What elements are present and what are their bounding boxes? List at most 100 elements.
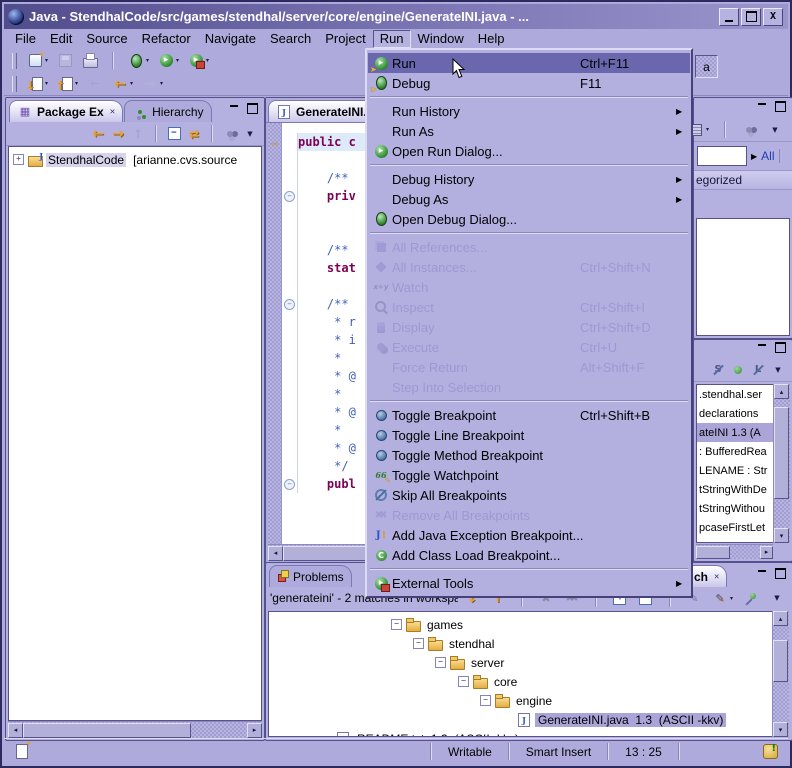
search-tree-row[interactable]: games	[269, 615, 772, 634]
minus-icon[interactable]	[458, 674, 469, 689]
minus-icon[interactable]	[480, 693, 491, 708]
scrollbar-thumb[interactable]	[773, 640, 788, 682]
run-menu-item[interactable]: Inspect Ctrl+Shift+I ▶	[368, 297, 690, 317]
maximize-view-button[interactable]	[774, 101, 787, 113]
perspective-java-button[interactable]: a	[695, 55, 718, 78]
run-menu-item[interactable]: Toggle Line Breakpoint ▶	[368, 425, 690, 445]
tab-problems[interactable]: Problems	[269, 565, 352, 587]
menubar-item[interactable]: Window	[411, 30, 471, 48]
annotation-ruler[interactable]: →	[268, 123, 282, 544]
toolbar-button[interactable]: ▾	[738, 120, 760, 139]
minimize-view-button[interactable]	[755, 342, 768, 354]
run-menu-item[interactable]: Toggle Breakpoint Ctrl+Shift+B ▶	[368, 405, 690, 425]
menubar-item[interactable]: Refactor	[135, 30, 198, 48]
menubar-item[interactable]: Help	[471, 30, 512, 48]
toolbar-button[interactable]: ▾	[764, 120, 786, 139]
scrollbar-thumb[interactable]	[774, 407, 789, 499]
run-menu-item[interactable]: Toggle Method Breakpoint ▶	[368, 445, 690, 465]
link-editor-icon[interactable]	[186, 126, 202, 141]
toolbar-separator[interactable]	[211, 125, 213, 142]
collapse-all-icon[interactable]	[166, 126, 182, 141]
maximize-view-button[interactable]	[774, 568, 787, 580]
toolbar-button[interactable]: ▾	[54, 74, 81, 93]
dropdown-arrow-icon[interactable]: ▾	[706, 126, 709, 133]
toolbar-button[interactable]: ▾	[109, 74, 136, 93]
toolbar-button[interactable]: ▾	[125, 51, 152, 70]
minimize-view-button[interactable]	[755, 568, 768, 580]
minus-icon[interactable]	[391, 617, 402, 632]
toolbar-button[interactable]: ▾	[84, 74, 106, 93]
category-header[interactable]: egorized	[694, 170, 792, 190]
outline-item[interactable]: ateINI 1.3 (A	[697, 423, 773, 442]
run-menu-item[interactable]: Open Run Dialog... ▶	[368, 141, 690, 161]
minus-icon[interactable]	[413, 636, 424, 651]
toolbar-drag-handle[interactable]	[12, 53, 17, 69]
dropdown-arrow-icon[interactable]: ▾	[730, 595, 733, 602]
tree-row-stendhalcode[interactable]: StendhalCode [arianne.cvs.source	[9, 147, 261, 169]
dropdown-arrow-icon[interactable]: ▾	[176, 57, 179, 64]
outline-vertical-scrollbar[interactable]: ▴ ▾	[773, 384, 790, 543]
run-menu-item[interactable]: Watch ▶	[368, 277, 690, 297]
minimize-view-button[interactable]	[755, 101, 768, 113]
tab-hierarchy[interactable]: Hierarchy	[124, 100, 211, 122]
toolbar-button[interactable]: ▾	[709, 589, 736, 608]
run-menu-item[interactable]: All Instances... Ctrl+Shift+N ▶	[368, 257, 690, 277]
search-tree-row[interactable]: GenerateINI.java 1.3 (ASCII -kkv)	[269, 710, 772, 729]
fold-collapse-icon[interactable]: −	[284, 191, 295, 202]
toolbar-button[interactable]: ▾	[139, 74, 166, 93]
toolbar-button[interactable]: ▾	[716, 119, 734, 140]
toolbar-separator[interactable]	[155, 125, 157, 142]
hide-fields-icon[interactable]	[730, 362, 746, 377]
notifications-icon[interactable]	[763, 744, 778, 759]
run-menu-item[interactable]: External Tools ▶	[368, 573, 690, 593]
dropdown-arrow-icon[interactable]: ▾	[75, 80, 78, 87]
menubar-item[interactable]: Source	[79, 30, 134, 48]
fold-collapse-icon[interactable]: −	[284, 479, 295, 490]
tab-generateini-editor[interactable]: GenerateINI.	[268, 100, 375, 122]
run-menu-item[interactable]: Step Into Selection ▶	[368, 377, 690, 397]
maximize-view-button[interactable]	[774, 342, 787, 354]
toolbar-button[interactable]: ▾	[185, 51, 212, 70]
search-vertical-scrollbar[interactable]: ▴ ▾	[772, 611, 789, 737]
expand-plus-icon[interactable]	[13, 152, 24, 167]
scroll-up-button[interactable]: ▴	[774, 384, 789, 399]
dropdown-arrow-icon[interactable]: ▾	[160, 80, 163, 87]
up-nav-icon[interactable]	[130, 126, 146, 141]
toolbar-drag-handle[interactable]	[12, 76, 17, 92]
outline-item[interactable]: .stendhal.ser	[697, 385, 773, 404]
outline-item[interactable]: tStringWithDe	[697, 480, 773, 499]
toolbar-button[interactable]: ▾	[54, 51, 76, 70]
search-tree-row[interactable]: core	[269, 672, 772, 691]
run-menu-item[interactable]: Run Ctrl+F11 ▶	[368, 53, 690, 73]
run-menu-item[interactable]: Skip All Breakpoints ▶	[368, 485, 690, 505]
forward-nav-icon[interactable]	[110, 126, 126, 141]
toolbar-button[interactable]: ▾	[766, 589, 788, 608]
search-tree-row[interactable]: README.txt 1.3 (ASCII -kkv)	[269, 729, 772, 737]
run-menu-item[interactable]: ▶	[368, 397, 690, 405]
run-menu-item[interactable]: ▶	[368, 93, 690, 101]
run-menu-item[interactable]: Add Class Load Breakpoint... ▶	[368, 545, 690, 565]
tab-package-explorer[interactable]: Package Ex ✕	[9, 100, 123, 122]
minus-icon[interactable]	[435, 655, 446, 670]
run-menu-item[interactable]: Debug History ▶	[368, 169, 690, 189]
filter-input[interactable]	[697, 146, 747, 166]
search-tree-row[interactable]: stendhal	[269, 634, 772, 653]
run-menu-item[interactable]: Remove All Breakpoints ▶	[368, 505, 690, 525]
outline-item[interactable]: : BufferedRea	[697, 442, 773, 461]
view-menu-icon[interactable]	[770, 362, 786, 377]
search-tree-row[interactable]: server	[269, 653, 772, 672]
run-menu-item[interactable]: Force Return Alt+Shift+F ▶	[368, 357, 690, 377]
outline-horizontal-scrollbar[interactable]: ▸	[696, 544, 773, 559]
scroll-down-button[interactable]: ▾	[773, 722, 788, 737]
minimize-button[interactable]	[719, 8, 739, 26]
close-tab-icon[interactable]: ✕	[714, 572, 719, 582]
dropdown-arrow-icon[interactable]: ▾	[130, 80, 133, 87]
toolbar-button[interactable]: ▾	[155, 51, 182, 70]
run-menu-item[interactable]: ▶	[368, 565, 690, 573]
menubar-item[interactable]: Run	[373, 30, 411, 48]
scroll-up-button[interactable]: ▴	[773, 611, 788, 626]
run-menu-item[interactable]: All References... ▶	[368, 237, 690, 257]
horizontal-scrollbar[interactable]: ◂ ▸	[8, 721, 262, 738]
menubar-item[interactable]: Navigate	[198, 30, 263, 48]
dropdown-arrow-icon[interactable]: ▾	[45, 57, 48, 64]
